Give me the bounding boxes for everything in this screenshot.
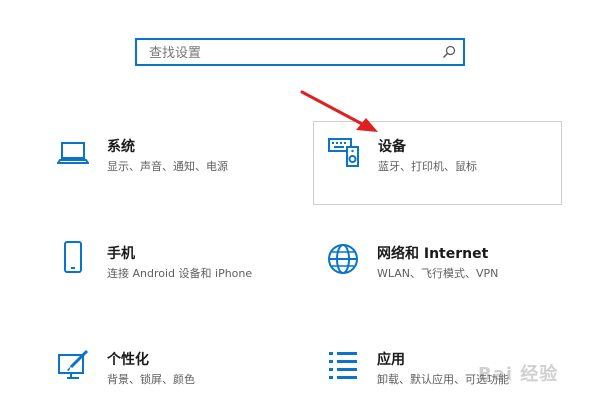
tile-title: 设备 — [378, 139, 406, 155]
paint-brush-icon — [58, 349, 89, 379]
search-box[interactable] — [135, 38, 465, 66]
tile-desc: 显示、声音、通知、电源 — [107, 160, 228, 173]
tile-desc: 蓝牙、打印机、鼠标 — [378, 160, 477, 173]
tile-network[interactable]: 网络和 Internet WLAN、飞行模式、VPN — [327, 243, 567, 293]
tile-personalization[interactable]: 个性化 背景、锁屏、颜色 — [57, 349, 277, 394]
search-icon — [443, 45, 456, 58]
app-list-icon — [329, 352, 357, 379]
tile-phone[interactable]: 手机 连接 Android 设备和 iPhone — [57, 241, 287, 293]
tile-desc: 背景、锁屏、颜色 — [107, 373, 195, 386]
globe-icon — [328, 244, 358, 274]
keyboard-speaker-icon — [328, 138, 359, 167]
tile-desc: WLAN、飞行模式、VPN — [377, 267, 499, 280]
tile-title: 网络和 Internet — [377, 246, 489, 262]
annotation-arrow-icon — [300, 90, 378, 132]
search-input[interactable] — [147, 43, 431, 63]
tile-title: 个性化 — [107, 352, 149, 368]
phone-icon — [64, 241, 82, 273]
tile-system[interactable]: 系统 显示、声音、通知、电源 — [57, 136, 277, 186]
watermark-logo: Bai 经验 — [478, 364, 559, 385]
tile-title: 系统 — [107, 139, 135, 155]
tile-title: 手机 — [107, 246, 135, 262]
tile-title: 应用 — [377, 352, 405, 368]
tile-desc: 连接 Android 设备和 iPhone — [107, 267, 253, 280]
laptop-icon — [57, 142, 89, 164]
